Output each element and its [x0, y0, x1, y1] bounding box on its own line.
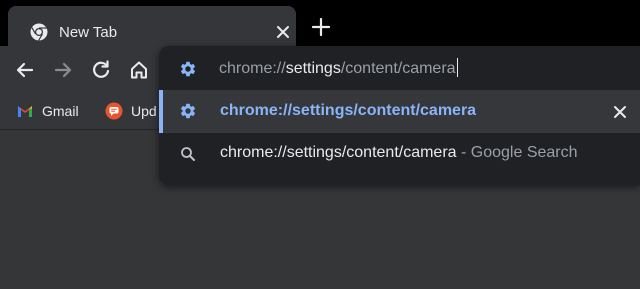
- suggestion-text: chrome://settings/content/camera - Googl…: [220, 144, 578, 162]
- suggestion-item-search[interactable]: chrome://settings/content/camera - Googl…: [159, 133, 640, 175]
- settings-gear-icon: [180, 103, 196, 119]
- tab-new-tab[interactable]: New Tab: [8, 6, 296, 46]
- plus-icon[interactable]: [310, 16, 332, 38]
- omnibox-input-text[interactable]: chrome://settings/content/camera: [219, 58, 458, 78]
- tab-strip: New Tab: [0, 0, 640, 46]
- close-icon[interactable]: [274, 23, 292, 41]
- back-arrow-icon[interactable]: [13, 58, 37, 82]
- bookmark-label: Upd: [131, 103, 157, 119]
- search-icon: [181, 147, 195, 161]
- suggestion-query: chrome://settings/content/camera: [220, 144, 457, 161]
- home-icon[interactable]: [127, 58, 151, 82]
- text-caret: [456, 58, 458, 77]
- settings-gear-icon: [180, 61, 196, 77]
- bookmark-gmail[interactable]: Gmail: [16, 100, 79, 122]
- chrome-favicon-icon: [30, 23, 48, 41]
- omnibox-input[interactable]: chrome://settings/content/camera: [159, 46, 640, 90]
- suggestion-text: chrome://settings/content/camera: [220, 102, 477, 119]
- omnibox-dropdown: chrome://settings/content/camera chrome:…: [159, 46, 640, 185]
- forward-arrow-icon[interactable]: [51, 58, 75, 82]
- suggestion-provider: - Google Search: [456, 144, 578, 161]
- bookmark-label: Gmail: [42, 103, 79, 119]
- gmail-icon: [18, 106, 32, 117]
- url-scheme: chrome://: [219, 60, 286, 77]
- close-icon[interactable]: [611, 103, 629, 121]
- tab-title: New Tab: [59, 24, 118, 41]
- url-host: settings: [285, 60, 341, 77]
- selection-indicator: [159, 90, 163, 133]
- url-path: /content/camera: [340, 60, 456, 77]
- bookmark-updates[interactable]: Upd: [105, 100, 157, 122]
- reload-icon[interactable]: [89, 58, 113, 82]
- updates-icon: [105, 102, 123, 120]
- suggestion-item-url[interactable]: chrome://settings/content/camera: [159, 90, 640, 133]
